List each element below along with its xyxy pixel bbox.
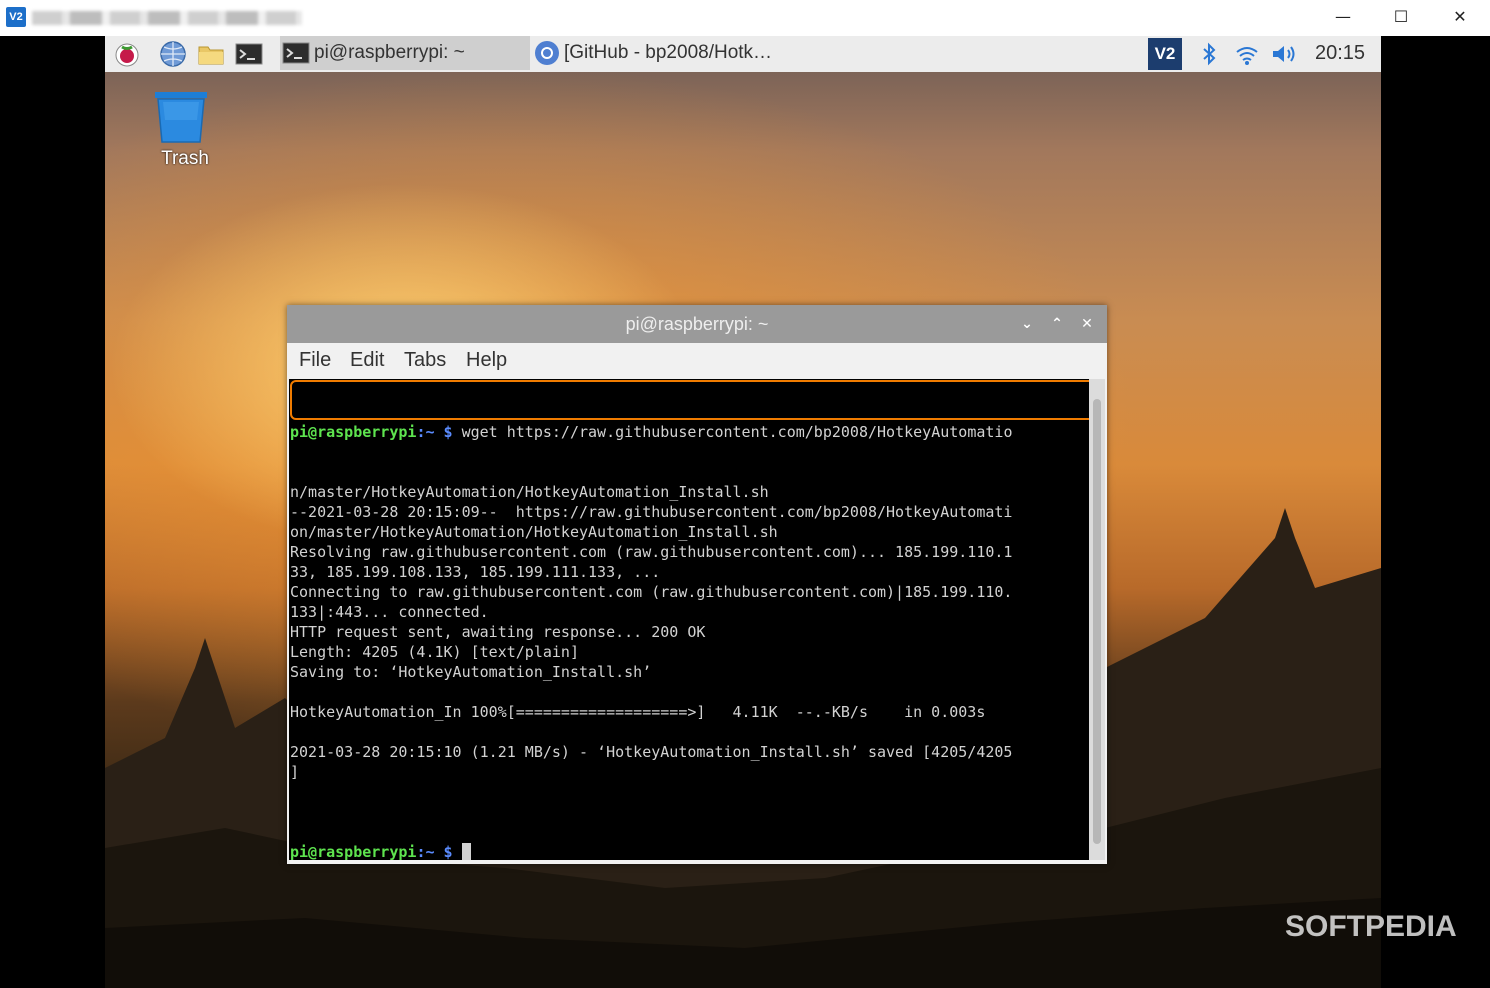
output-line: on/master/HotkeyAutomation/HotkeyAutomat…: [290, 523, 778, 541]
scrollbar-thumb[interactable]: [1093, 399, 1101, 844]
output-line: HTTP request sent, awaiting response... …: [290, 623, 706, 641]
menu-file[interactable]: File: [299, 349, 331, 372]
menu-edit[interactable]: Edit: [350, 349, 384, 372]
menu-help[interactable]: Help: [466, 349, 507, 372]
bluetooth-icon[interactable]: [1199, 42, 1219, 66]
terminal-launcher-icon[interactable]: [235, 40, 263, 68]
vnc-viewer-titlebar: V2 — ☐ ✕: [0, 0, 1490, 36]
terminal-menubar: File Edit Tabs Help: [287, 343, 1107, 379]
chromium-icon: [535, 41, 559, 65]
terminal-minimize-button[interactable]: ⌄: [1013, 305, 1041, 343]
terminal-icon: [282, 42, 310, 64]
minimize-button[interactable]: —: [1314, 0, 1372, 36]
output-line: 2021-03-28 20:15:10 (1.21 MB/s) - ‘Hotke…: [290, 743, 1013, 761]
close-button[interactable]: ✕: [1431, 0, 1489, 36]
output-line: 33, 185.199.108.133, 185.199.111.133, ..…: [290, 563, 661, 581]
output-line: Connecting to raw.githubusercontent.com …: [290, 583, 1013, 601]
output-line: ]: [290, 763, 300, 781]
output-line: Resolving raw.githubusercontent.com (raw…: [290, 543, 1013, 561]
text-cursor: [461, 843, 471, 860]
wifi-icon[interactable]: [1235, 44, 1259, 66]
maximize-button[interactable]: ☐: [1372, 0, 1430, 36]
file-manager-icon[interactable]: [197, 40, 225, 68]
vnc-viewer-logo-icon: V2: [6, 7, 26, 27]
terminal-maximize-button[interactable]: ⌃: [1043, 305, 1071, 343]
terminal-scrollbar[interactable]: [1089, 379, 1105, 860]
menu-tabs[interactable]: Tabs: [404, 349, 446, 372]
task-terminal[interactable]: pi@raspberrypi: ~: [280, 36, 530, 70]
output-line: n/master/HotkeyAutomation/HotkeyAutomati…: [290, 483, 769, 501]
web-browser-icon[interactable]: [159, 40, 187, 68]
trash-label[interactable]: Trash: [145, 148, 225, 170]
raspberry-menu-icon[interactable]: [113, 40, 141, 68]
output-line: HotkeyAutomation_In 100%[===============…: [290, 703, 986, 721]
blurred-window-title: [32, 11, 302, 25]
vnc-tray-icon[interactable]: V2: [1148, 38, 1182, 70]
task-chromium[interactable]: [GitHub - bp2008/Hotk…: [532, 36, 782, 70]
task-chromium-label: [GitHub - bp2008/Hotk…: [564, 42, 773, 63]
task-terminal-label: pi@raspberrypi: ~: [314, 42, 465, 63]
volume-icon[interactable]: [1271, 43, 1299, 65]
output-line: Length: 4205 (4.1K) [text/plain]: [290, 643, 579, 661]
output-line: 133|:443... connected.: [290, 603, 489, 621]
prompt-path: :~ $: [416, 423, 453, 441]
wget-command: wget https://raw.githubusercontent.com/b…: [452, 423, 1013, 441]
command-line: pi@raspberrypi:~ $ wget https://raw.gith…: [290, 422, 1012, 442]
terminal-close-button[interactable]: ✕: [1073, 305, 1101, 343]
output-line: --2021-03-28 20:15:09-- https://raw.gith…: [290, 503, 1013, 521]
prompt-line: pi@raspberrypi:~ $: [290, 842, 1012, 860]
terminal-titlebar[interactable]: pi@raspberrypi: ~: [287, 305, 1107, 343]
prompt-user-final: pi@raspberrypi: [290, 843, 417, 860]
prompt-user: pi@raspberrypi: [290, 423, 417, 441]
prompt-path-final: :~ $: [416, 843, 453, 860]
remote-desktop: pi@raspberrypi: ~ [GitHub - bp2008/Hotk……: [105, 36, 1381, 988]
clock[interactable]: 20:15: [1315, 42, 1365, 65]
softpedia-watermark: SOFTPEDIA: [1285, 910, 1457, 943]
terminal-window: pi@raspberrypi: ~ ⌄ ⌃ ✕ File Edit Tabs H…: [287, 305, 1107, 864]
output-line: Saving to: ‘HotkeyAutomation_Install.sh’: [290, 663, 652, 681]
trash-icon[interactable]: [153, 90, 209, 144]
terminal-output[interactable]: pi@raspberrypi:~ $ wget https://raw.gith…: [289, 379, 1089, 860]
taskbar-panel: pi@raspberrypi: ~ [GitHub - bp2008/Hotk……: [105, 36, 1381, 72]
